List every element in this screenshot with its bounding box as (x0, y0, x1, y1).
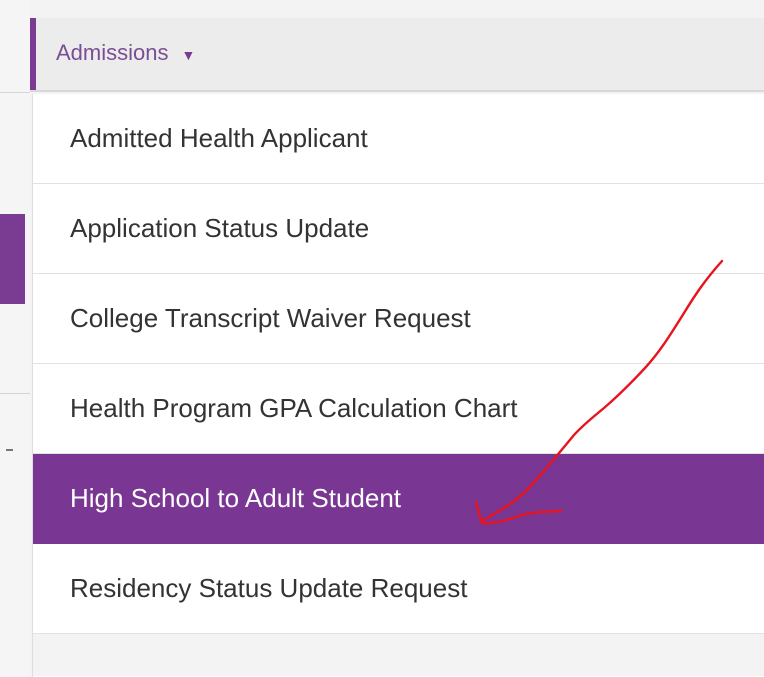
caret-down-icon: ▼ (181, 46, 196, 63)
menu-item-label: Health Program GPA Calculation Chart (70, 393, 518, 423)
divider (0, 393, 30, 394)
menu-item-label: College Transcript Waiver Request (70, 303, 471, 333)
menu-item-residency-status-update-request[interactable]: Residency Status Update Request (33, 544, 764, 634)
top-nav-bar: Admissions ▼ (30, 18, 764, 92)
background-tick (6, 449, 13, 451)
admissions-dropdown-toggle[interactable]: Admissions ▼ (56, 40, 195, 66)
menu-item-label: Application Status Update (70, 213, 370, 243)
divider (0, 92, 30, 93)
menu-item-application-status-update[interactable]: Application Status Update (33, 184, 764, 274)
menu-item-health-program-gpa-calculation-chart[interactable]: Health Program GPA Calculation Chart (33, 364, 764, 454)
menu-item-label: Admitted Health Applicant (70, 123, 368, 153)
menu-item-admitted-health-applicant[interactable]: Admitted Health Applicant (33, 94, 764, 184)
admissions-dropdown-menu: Admitted Health Applicant Application St… (32, 94, 764, 677)
menu-item-label: Residency Status Update Request (70, 573, 468, 603)
menu-item-label: High School to Adult Student (70, 483, 402, 513)
menu-footer-space (33, 634, 764, 676)
background-active-indicator (0, 214, 25, 304)
nav-active-indicator (30, 18, 36, 90)
admissions-label: Admissions (56, 40, 169, 65)
menu-item-college-transcript-waiver-request[interactable]: College Transcript Waiver Request (33, 274, 764, 364)
menu-item-high-school-to-adult-student[interactable]: High School to Adult Student (33, 454, 764, 544)
background-panel (0, 0, 30, 677)
